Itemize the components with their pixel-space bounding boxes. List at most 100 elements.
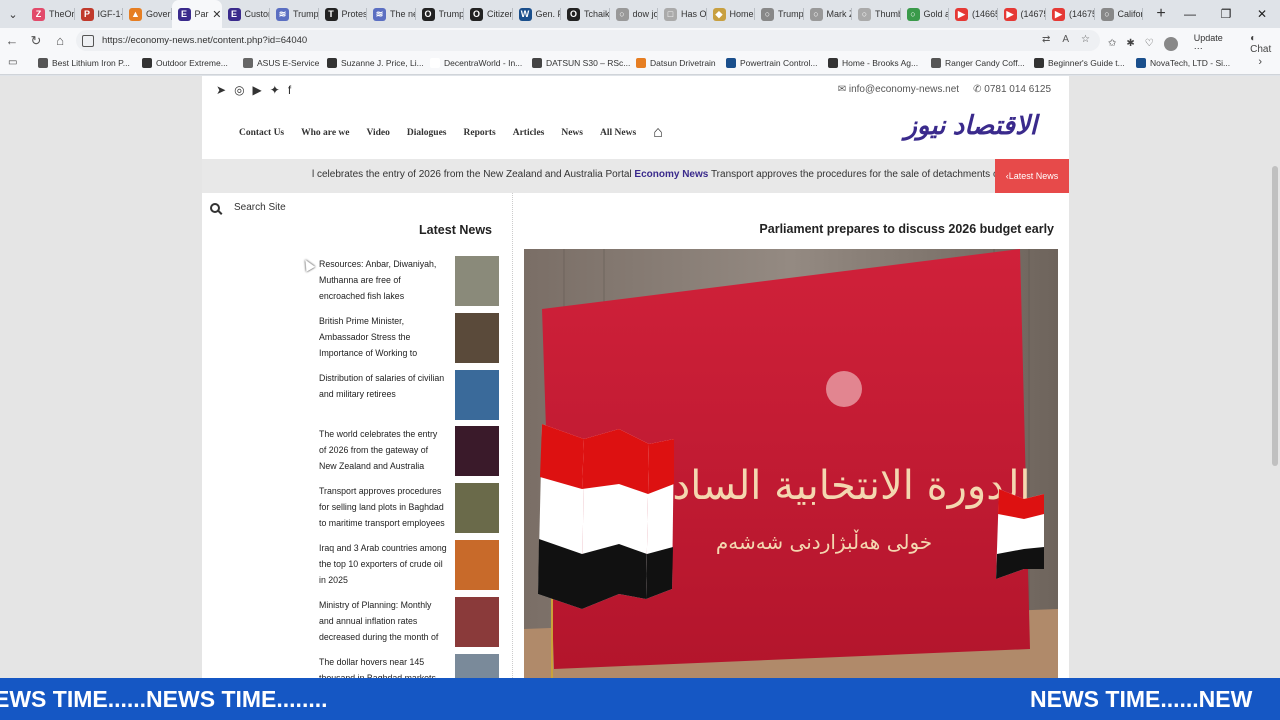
bookmark-item[interactable]: Datsun Drivetrain xyxy=(636,58,716,68)
news-item-title[interactable]: Distribution of salaries of civilian and… xyxy=(319,370,447,420)
bookmark-item[interactable]: Beginner's Guide t... xyxy=(1034,58,1125,68)
bookmark-item[interactable]: DecentraWorld - In... xyxy=(430,58,522,68)
news-item-thumbnail[interactable] xyxy=(455,539,499,590)
news-item-thumbnail[interactable] xyxy=(455,483,499,534)
url-field[interactable]: https://economy-news.net/content.php?id=… xyxy=(76,30,1100,51)
facebook-icon[interactable]: f xyxy=(288,83,291,97)
browser-tab[interactable]: ○ dow jo xyxy=(610,0,658,28)
news-list-item[interactable]: British Prime Minister, Ambassador Stres… xyxy=(319,312,499,370)
nav-item[interactable]: News xyxy=(561,128,583,138)
minimize-icon[interactable]: — xyxy=(1172,7,1208,21)
collections-icon[interactable]: ▭ xyxy=(8,57,17,68)
favorites-icon[interactable]: ✩ xyxy=(1108,38,1116,49)
nav-item[interactable]: Dialogues xyxy=(407,128,447,138)
nav-item[interactable]: All News xyxy=(600,128,636,138)
instagram-icon[interactable]: ◎ xyxy=(234,83,244,97)
site-home-icon[interactable]: ⌂ xyxy=(653,124,663,142)
news-list-item[interactable]: The world celebrates the entry of 2026 f… xyxy=(319,426,499,483)
news-item-thumbnail[interactable] xyxy=(455,312,499,363)
browser-tab[interactable]: O Citizen xyxy=(464,0,513,28)
ticker-text[interactable]: l celebrates the entry of 2026 from the … xyxy=(312,169,1034,180)
back-icon[interactable]: ← xyxy=(0,33,24,48)
browser-essentials-icon[interactable]: ♡ xyxy=(1145,38,1154,49)
bookmark-item[interactable]: Suzanne J. Price, Li... xyxy=(327,58,424,68)
browser-tab[interactable]: ○ Thumb xyxy=(852,0,901,28)
youtube-icon[interactable]: ▶ xyxy=(253,83,262,97)
tab-search-menu-icon[interactable]: ⌄ xyxy=(0,3,26,25)
tab-close-icon[interactable]: ✕ xyxy=(212,8,221,21)
profile-avatar[interactable] xyxy=(1163,36,1178,51)
twitter-icon[interactable]: ✦ xyxy=(270,83,280,97)
browser-tab[interactable]: ▶ (14675 xyxy=(1046,0,1095,28)
bookmark-item[interactable]: DATSUN S30 – RSc... xyxy=(532,58,630,68)
browser-tab[interactable]: ▶ (14665 xyxy=(949,0,998,28)
bookmarks-overflow-icon[interactable]: › xyxy=(1258,56,1262,68)
browser-tab[interactable]: O Trump xyxy=(416,0,464,28)
close-window-icon[interactable]: ✕ xyxy=(1244,7,1280,21)
browser-tab[interactable]: □ Has O xyxy=(658,0,707,28)
browser-tab[interactable]: TProtest xyxy=(319,0,367,28)
restore-icon[interactable]: ❐ xyxy=(1208,7,1244,21)
browser-tab[interactable]: ○ Califor xyxy=(1095,0,1143,28)
telegram-icon[interactable]: ➤ xyxy=(216,83,226,97)
browser-tab[interactable]: E Par ✕ xyxy=(171,0,222,28)
new-tab-button[interactable]: + xyxy=(1149,5,1173,23)
home-icon[interactable]: ⌂ xyxy=(48,33,72,48)
browser-tab[interactable]: O Tchaiks xyxy=(561,0,610,28)
news-list-item[interactable]: Resources: Anbar, Diwaniyah, Muthanna ar… xyxy=(319,256,499,313)
bookmark-item[interactable]: NovaTech, LTD - Si... xyxy=(1136,58,1230,68)
news-item-title[interactable]: Iraq and 3 Arab countries among the top … xyxy=(319,540,447,590)
news-list-item[interactable]: The dollar hovers near 145 thousand in B… xyxy=(319,653,499,680)
phone-link[interactable]: ✆ 0781 014 6125 xyxy=(973,84,1051,95)
browser-tab[interactable]: ≋ The ne xyxy=(367,0,416,28)
browser-tab[interactable]: ○ Trump xyxy=(755,0,804,28)
email-link[interactable]: ✉ info@economy-news.net xyxy=(838,84,959,95)
browser-tab[interactable]: ≋ Trump xyxy=(270,0,319,28)
bookmark-item[interactable]: Powertrain Control... xyxy=(726,58,817,68)
copilot-chat-button[interactable]: ◐ Chat xyxy=(1250,33,1280,55)
browser-tab[interactable]: ▶ (14675 xyxy=(998,0,1046,28)
bookmark-item[interactable]: Ranger Candy Coff... xyxy=(931,58,1025,68)
news-list-item[interactable]: Distribution of salaries of civilian and… xyxy=(319,369,499,427)
news-item-title[interactable]: Resources: Anbar, Diwaniyah, Muthanna ar… xyxy=(319,256,447,306)
bookmark-item[interactable]: Outdoor Extreme... xyxy=(142,58,228,68)
translate-icon[interactable]: ⇄ xyxy=(1042,34,1050,45)
nav-item[interactable]: Articles xyxy=(513,128,545,138)
news-item-thumbnail[interactable] xyxy=(455,426,499,477)
nav-item[interactable]: Contact Us xyxy=(239,128,284,138)
news-item-thumbnail[interactable] xyxy=(455,653,499,680)
news-item-title[interactable]: The world celebrates the entry of 2026 f… xyxy=(319,426,447,476)
news-list-item[interactable]: Iraq and 3 Arab countries among the top … xyxy=(319,539,499,597)
search-input[interactable]: Search Site xyxy=(234,202,286,213)
site-logo[interactable]: الاقتصاد نيوز xyxy=(904,110,1038,141)
browser-tab[interactable]: WGen. Fl xyxy=(513,0,561,28)
news-item-title[interactable]: The dollar hovers near 145 thousand in B… xyxy=(319,654,447,680)
article-hero-image[interactable]: الدورة الانتخابية السادسة خولى هەڵبژاردن… xyxy=(524,249,1058,680)
browser-tab[interactable]: PIGF-1-E xyxy=(75,0,123,28)
news-item-thumbnail[interactable] xyxy=(455,369,499,420)
nav-item[interactable]: Video xyxy=(367,128,390,138)
search-icon[interactable] xyxy=(210,202,220,213)
extensions-icon[interactable]: ✱ xyxy=(1126,38,1134,49)
news-item-title[interactable]: Ministry of Planning: Monthly and annual… xyxy=(319,597,447,647)
nav-item[interactable]: Who are we xyxy=(301,128,349,138)
bookmark-item[interactable]: ASUS E-Service xyxy=(243,58,319,68)
nav-item[interactable]: Reports xyxy=(464,128,496,138)
browser-tab[interactable]: ▲ Govern xyxy=(123,0,172,28)
site-search[interactable]: Search Site xyxy=(210,202,286,213)
site-info-icon[interactable] xyxy=(82,34,94,47)
browser-tab[interactable]: ◆ Home xyxy=(707,0,756,28)
page-scrollbar[interactable] xyxy=(1272,166,1278,466)
news-list-item[interactable]: Ministry of Planning: Monthly and annual… xyxy=(319,596,499,654)
bookmark-item[interactable]: Home - Brooks Ag... xyxy=(828,58,918,68)
browser-tab[interactable]: ECuston xyxy=(222,0,270,28)
read-aloud-icon[interactable]: A xyxy=(1062,34,1069,45)
browser-tab[interactable]: ○ Gold a xyxy=(901,0,949,28)
browser-tab[interactable]: ○ Mark Z xyxy=(804,0,852,28)
browser-tab[interactable]: Z TheOri xyxy=(26,0,75,28)
news-item-thumbnail[interactable] xyxy=(455,596,499,647)
news-item-title[interactable]: Transport approves procedures for sellin… xyxy=(319,483,447,533)
news-list-item[interactable]: Transport approves procedures for sellin… xyxy=(319,483,499,540)
favorite-star-icon[interactable]: ☆ xyxy=(1081,34,1090,45)
reload-icon[interactable]: ↻ xyxy=(24,33,48,49)
